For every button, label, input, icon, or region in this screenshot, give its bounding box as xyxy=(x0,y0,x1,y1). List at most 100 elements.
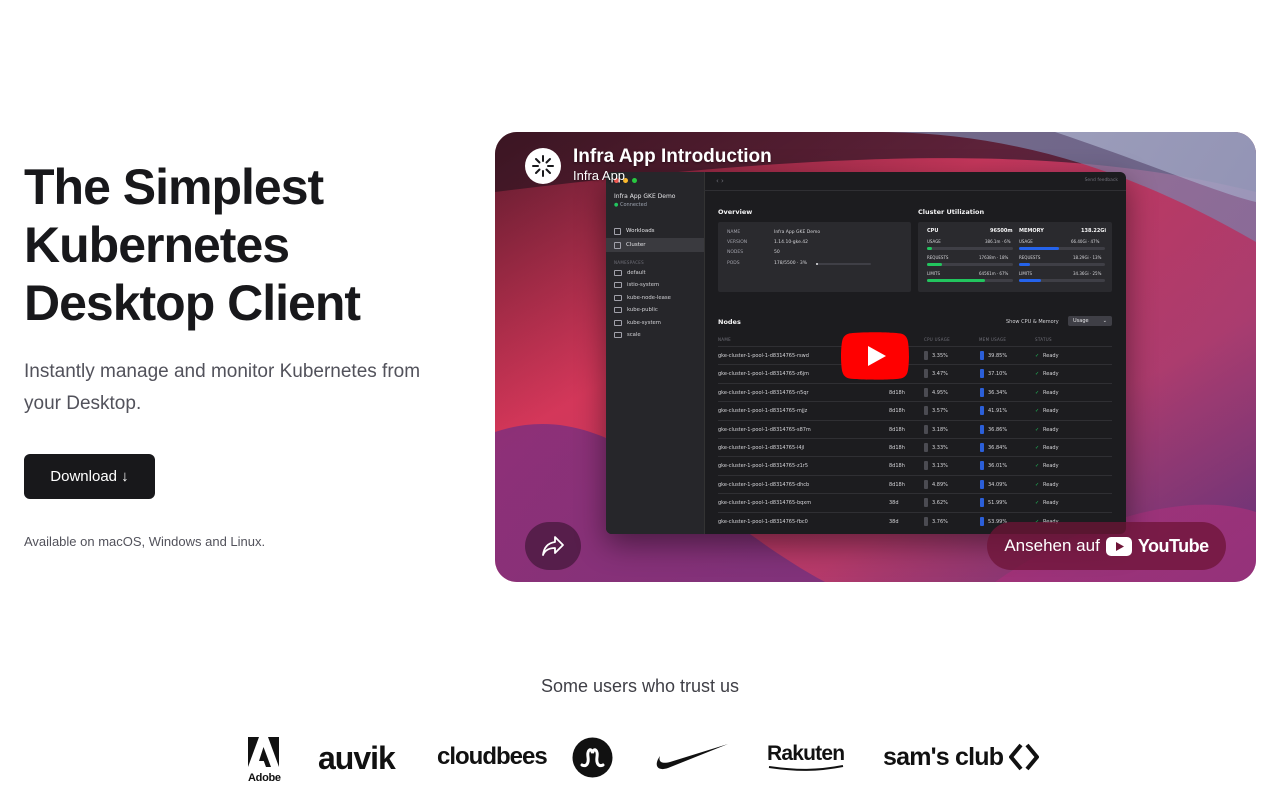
node-mem-usage: 41.91% xyxy=(988,408,1008,415)
namespace-label: default xyxy=(627,270,646,276)
share-button[interactable] xyxy=(525,522,581,570)
nike-swoosh-mark xyxy=(656,744,728,770)
node-status: Ready xyxy=(1043,500,1059,507)
cpu-usage-icon xyxy=(924,387,928,397)
overview-key: VERSION xyxy=(727,240,748,245)
requests-label: REQUESTS xyxy=(927,255,949,260)
overview-value: 50 xyxy=(774,250,780,255)
namespace-item: kube-node-lease xyxy=(614,295,671,301)
namespace-item: istio-system xyxy=(614,282,659,288)
cpu-usage-icon xyxy=(924,351,928,360)
lululemon-logo-mark xyxy=(572,737,613,778)
memory-requests-value: 18.29Gi · 13% xyxy=(1073,255,1102,260)
mem-usage-icon xyxy=(980,351,984,360)
sams-club-logo-text: sam's club xyxy=(883,742,1004,771)
node-age: 38d xyxy=(889,518,899,525)
watch-on-youtube-button[interactable]: Ansehen auf YouTube xyxy=(987,522,1226,570)
node-status: Ready xyxy=(1043,371,1059,378)
node-status: Ready xyxy=(1043,445,1059,451)
utilization-title: Cluster Utilization xyxy=(918,208,985,216)
column-header-mem: MEM USAGE xyxy=(979,337,1007,342)
node-mem-usage: 34.09% xyxy=(988,481,1008,488)
table-row: gke-cluster-1-pool-1-d8314765-s87m 8d18h 3… xyxy=(718,419,1112,439)
status-check-icon: ✓ xyxy=(1035,389,1040,396)
video-channel[interactable]: Infra App xyxy=(573,168,772,184)
node-cpu-usage: 3.33% xyxy=(932,445,948,451)
rakuten-underline xyxy=(768,765,844,771)
cpu-usage-icon xyxy=(924,498,928,508)
sams-club-logo: sam's club xyxy=(883,741,1040,773)
status-check-icon: ✓ xyxy=(1035,481,1040,488)
infra-app-logo-icon[interactable] xyxy=(525,148,561,184)
node-cpu-usage: 3.47% xyxy=(932,371,948,378)
node-mem-usage: 36.84% xyxy=(988,445,1008,451)
folder-icon xyxy=(614,307,622,313)
node-mem-usage: 36.01% xyxy=(988,463,1008,470)
adobe-logo-text: Adobe xyxy=(248,772,281,784)
download-button[interactable]: Download ↓ xyxy=(24,454,155,499)
folder-icon xyxy=(614,332,622,338)
node-name: gke-cluster-1-pool-1-d8314765-z6jm xyxy=(718,371,810,378)
folder-icon xyxy=(614,270,622,276)
play-icon[interactable] xyxy=(841,332,909,380)
node-cpu-usage: 4.95% xyxy=(932,389,948,396)
memory-usage-value: 66.40Gi · 47% xyxy=(1071,239,1100,244)
namespaces-heading: NAMESPACES xyxy=(614,260,644,265)
status-check-icon: ✓ xyxy=(1035,463,1040,470)
node-status: Ready xyxy=(1043,353,1059,359)
video-embed[interactable]: Infra App GKE Demo ● Connected Workloads… xyxy=(495,132,1256,582)
memory-requests-bar xyxy=(1019,263,1105,266)
cluster-status-text: Connected xyxy=(619,202,647,208)
cpu-usage-icon xyxy=(924,443,928,452)
node-name: gke-cluster-1-pool-1-d8314765-s87m xyxy=(718,426,811,433)
nike-logo xyxy=(652,742,728,772)
hero-subtitle: Instantly manage and monitor Kubernetes … xyxy=(24,361,421,414)
folder-icon xyxy=(614,295,622,301)
node-cpu-usage: 3.76% xyxy=(932,518,948,525)
cluster-status: ● Connected xyxy=(614,202,647,208)
node-age: 8d18h xyxy=(889,445,905,451)
usage-label: USAGE xyxy=(927,239,941,244)
workloads-icon xyxy=(614,227,621,235)
youtube-wordmark: YouTube xyxy=(1137,535,1209,556)
node-age: 8d18h xyxy=(889,408,905,415)
app-sidebar: Infra App GKE Demo ● Connected Workloads… xyxy=(606,172,705,534)
overview-value: Infra App GKE Demo xyxy=(774,230,821,235)
requests-label: REQUESTS xyxy=(1019,255,1041,260)
sidebar-item-label: Workloads xyxy=(626,228,655,234)
node-cpu-usage: 3.57% xyxy=(932,408,948,415)
chevron-down-icon: ⌄ xyxy=(1102,318,1107,324)
node-status: Ready xyxy=(1043,408,1059,415)
memory-usage-bar xyxy=(1019,247,1105,250)
table-row: gke-cluster-1-pool-1-d8314765-mjjz 8d18h 3… xyxy=(718,401,1112,420)
nodes-title: Nodes xyxy=(718,318,741,326)
node-name: gke-cluster-1-pool-1-d8314765-dhcb xyxy=(718,481,810,488)
pods-bar xyxy=(816,263,871,265)
node-cpu-usage: 3.35% xyxy=(932,353,948,359)
table-row: gke-cluster-1-pool-1-d8314765-n5qr 8d18h 4… xyxy=(718,382,1112,402)
hero-title: The Simplest Kubernetes Desktop Client xyxy=(24,158,444,332)
sidebar-item-label: Cluster xyxy=(626,242,646,248)
node-name: gke-cluster-1-pool-1-d8314765-fbc0 xyxy=(718,518,808,525)
node-age: 8d18h xyxy=(889,481,905,488)
node-cpu-usage: 4.89% xyxy=(932,481,948,488)
usage-select-value: Usage xyxy=(1073,318,1089,324)
cpu-usage-icon xyxy=(924,369,928,379)
usage-label: USAGE xyxy=(1019,239,1033,244)
cpu-usage-icon xyxy=(924,516,928,526)
table-row: gke-cluster-1-pool-1-d8314765-z1r5 8d18h 3… xyxy=(718,456,1112,475)
video-title[interactable]: Infra App Introduction xyxy=(573,146,772,168)
namespace-label: kube-node-lease xyxy=(627,295,671,301)
node-cpu-usage: 3.62% xyxy=(932,500,948,507)
node-mem-usage: 36.86% xyxy=(988,426,1008,433)
cpu-requests-value: 17638m · 18% xyxy=(979,255,1009,260)
mem-usage-icon xyxy=(980,461,984,471)
node-age: 8d18h xyxy=(889,389,905,396)
cpu-limits-bar xyxy=(927,279,1013,282)
node-mem-usage: 39.85% xyxy=(988,353,1008,359)
node-mem-usage: 37.10% xyxy=(988,371,1008,378)
hero-title-line: Desktop Client xyxy=(24,275,361,331)
node-name: gke-cluster-1-pool-1-d8314765-rswd xyxy=(718,353,809,359)
cpu-usage-icon xyxy=(924,479,928,489)
show-cpu-memory-label: Show CPU & Memory xyxy=(1006,319,1059,325)
